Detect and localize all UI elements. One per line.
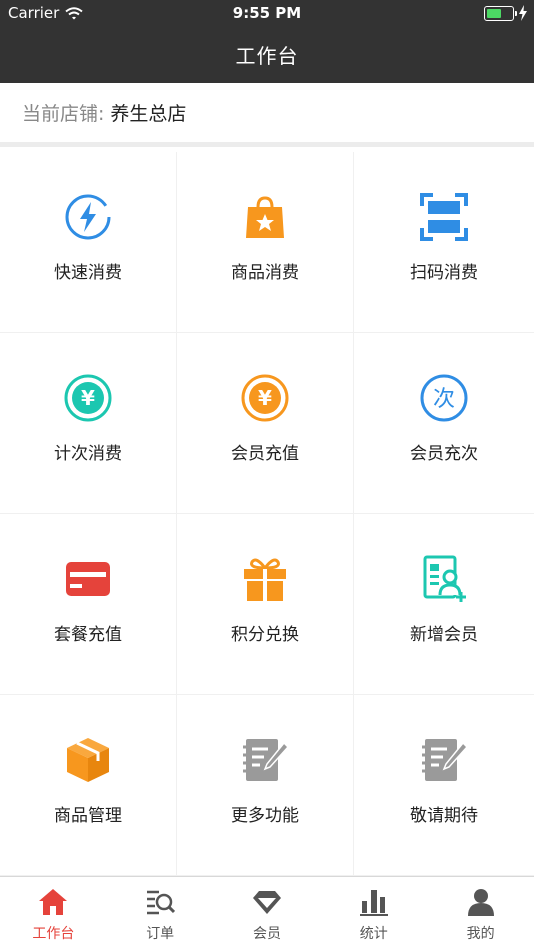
page-title: 工作台 bbox=[235, 44, 299, 68]
tab-mine[interactable]: 我的 bbox=[427, 877, 534, 950]
gift-icon bbox=[240, 554, 290, 604]
function-label: 商品消费 bbox=[231, 263, 299, 283]
box-icon bbox=[63, 735, 113, 785]
current-store-bar[interactable]: 当前店铺: 养生总店 bbox=[0, 83, 534, 147]
tab-label: 会员 bbox=[252, 926, 281, 942]
svg-text:¥: ¥ bbox=[81, 386, 95, 410]
function-label: 敬请期待 bbox=[410, 806, 478, 826]
function-grid: 快速消费 商品消费 扫码消费 ¥ 计次消费 ¥ 会员充值 次 会员充次 套餐充值… bbox=[0, 152, 534, 876]
function-quick-consume[interactable]: 快速消费 bbox=[0, 152, 177, 333]
svg-text:次: 次 bbox=[433, 387, 455, 412]
function-member-recharge[interactable]: ¥ 会员充值 bbox=[177, 333, 354, 514]
function-product-consume[interactable]: 商品消费 bbox=[177, 152, 354, 333]
tab-label: 工作台 bbox=[32, 926, 75, 942]
function-label: 快速消费 bbox=[54, 263, 122, 283]
store-name: 养生总店 bbox=[110, 103, 187, 125]
order-search-icon bbox=[147, 890, 176, 915]
notebook-icon bbox=[419, 735, 469, 785]
user-icon bbox=[467, 889, 494, 916]
card-icon bbox=[63, 554, 113, 604]
function-more[interactable]: 更多功能 bbox=[177, 695, 354, 876]
function-label: 新增会员 bbox=[410, 625, 478, 645]
tab-workbench[interactable]: 工作台 bbox=[0, 877, 107, 950]
function-label: 会员充值 bbox=[231, 444, 299, 464]
store-label: 当前店铺: bbox=[22, 103, 105, 125]
yen-coin-icon: ¥ bbox=[63, 373, 113, 423]
shopping-bag-icon bbox=[240, 192, 290, 242]
tab-bar: 工作台 订单 会员 统计 我的 bbox=[0, 876, 534, 950]
function-add-member[interactable]: 新增会员 bbox=[354, 514, 534, 695]
bar-chart-icon bbox=[359, 890, 388, 916]
svg-text:¥: ¥ bbox=[258, 386, 272, 410]
notebook-icon bbox=[240, 735, 290, 785]
function-points-exchange[interactable]: 积分兑换 bbox=[177, 514, 354, 695]
tab-label: 我的 bbox=[466, 926, 495, 942]
battery-icon bbox=[484, 6, 517, 21]
status-time: 9:55 PM bbox=[232, 4, 302, 22]
tab-label: 统计 bbox=[359, 926, 388, 942]
diamond-icon bbox=[252, 891, 281, 914]
yen-coin-icon: ¥ bbox=[240, 373, 290, 423]
scan-icon bbox=[419, 192, 469, 242]
lightning-icon bbox=[63, 192, 113, 242]
function-label: 商品管理 bbox=[54, 806, 122, 826]
function-scan-consume[interactable]: 扫码消费 bbox=[354, 152, 534, 333]
tab-members[interactable]: 会员 bbox=[214, 877, 321, 950]
charging-icon bbox=[519, 5, 527, 21]
add-member-icon bbox=[419, 554, 469, 604]
function-count-consume[interactable]: ¥ 计次消费 bbox=[0, 333, 177, 514]
nav-header: Carrier 9:55 PM 工作台 bbox=[0, 0, 534, 83]
battery-fill bbox=[487, 9, 501, 18]
function-label: 会员充次 bbox=[410, 444, 478, 464]
function-product-manage[interactable]: 商品管理 bbox=[0, 695, 177, 876]
count-icon: 次 bbox=[419, 373, 469, 423]
tab-statistics[interactable]: 统计 bbox=[320, 877, 427, 950]
tab-label: 订单 bbox=[146, 926, 175, 942]
function-label: 扫码消费 bbox=[410, 263, 478, 283]
function-package-recharge[interactable]: 套餐充值 bbox=[0, 514, 177, 695]
tab-orders[interactable]: 订单 bbox=[107, 877, 214, 950]
function-label: 套餐充值 bbox=[54, 625, 122, 645]
function-coming-soon[interactable]: 敬请期待 bbox=[354, 695, 534, 876]
function-label: 积分兑换 bbox=[231, 625, 299, 645]
status-bar: Carrier 9:55 PM bbox=[0, 0, 534, 28]
home-icon bbox=[39, 889, 68, 915]
function-label: 计次消费 bbox=[54, 444, 122, 464]
function-label: 更多功能 bbox=[231, 806, 299, 826]
function-member-count-recharge[interactable]: 次 会员充次 bbox=[354, 333, 534, 514]
